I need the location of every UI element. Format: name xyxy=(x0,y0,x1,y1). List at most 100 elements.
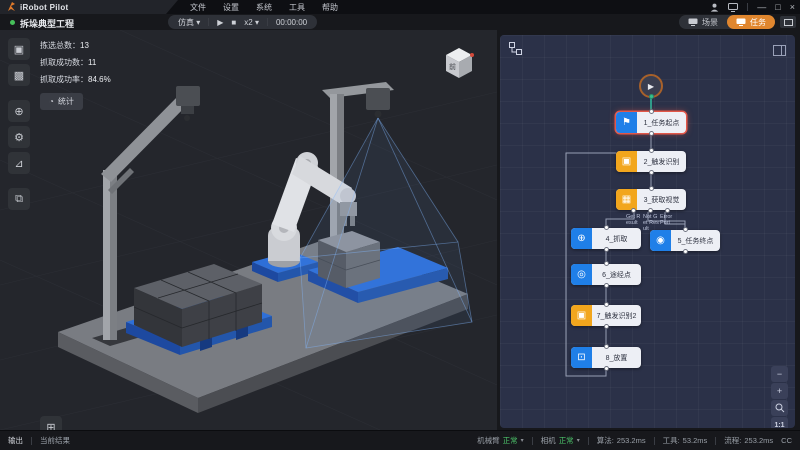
play-icon: ▶ xyxy=(648,82,654,91)
pick-stats-overlay: 拣选总数：13 抓取成功数：11 抓取成功率：84.6% ◔ 统计 xyxy=(40,40,111,110)
coordinate-icon: ⊕ xyxy=(14,105,23,118)
sim-mode-select[interactable]: 仿真 ▾ xyxy=(178,17,200,28)
input-port[interactable] xyxy=(604,261,609,266)
stat-total-picks: 拣选总数：13 xyxy=(40,40,111,51)
output-panel-button[interactable]: ⊞ xyxy=(40,416,62,430)
speed-select[interactable]: x2 ▾ xyxy=(244,18,259,27)
model-library-icon: ▣ xyxy=(14,43,24,56)
menu-system[interactable]: 系统 xyxy=(256,2,272,13)
chevron-down-icon: ▾ xyxy=(521,437,524,444)
input-port[interactable] xyxy=(604,302,609,307)
task-toggle-button[interactable]: 任务 xyxy=(727,15,775,29)
scene-toggle-button[interactable]: 场景 xyxy=(679,15,727,29)
maximize-button[interactable]: □ xyxy=(775,0,780,14)
port-label-error: Error Port xyxy=(660,214,677,226)
algorithm-time: 算法:253.2ms xyxy=(597,435,646,446)
flow-node-grab[interactable]: ⊕ 4_抓取 xyxy=(571,228,641,249)
divider xyxy=(267,18,268,26)
layout-copy-button[interactable]: ⧉ xyxy=(8,188,30,210)
close-button[interactable]: × xyxy=(790,0,795,14)
simulation-toolbar: 仿真 ▾ ▶ ■ x2 ▾ 00:00:00 xyxy=(168,15,317,29)
chart-tool-button[interactable]: ⊿ xyxy=(8,152,30,174)
waypoint-icon: ◎ xyxy=(571,264,592,285)
model-library-button[interactable]: ▣ xyxy=(8,38,30,60)
search-zoom-button[interactable] xyxy=(771,400,788,416)
pie-chart-icon: ◔ xyxy=(49,97,54,106)
camera-trigger-icon: ▣ xyxy=(571,305,592,326)
viewport-3d[interactable]: ▣ ▩ ⊕ ⚙ ⊿ ⧉ 拣选总数：13 抓取成功数：11 抓取成功率：84.6%… xyxy=(0,30,497,430)
sim-timer: 00:00:00 xyxy=(276,18,307,27)
input-port[interactable] xyxy=(649,148,654,153)
tool-time: 工具:53.2ms xyxy=(663,435,708,446)
output-port[interactable] xyxy=(683,249,688,254)
app-window: iRobot Pilot 文件 设置 系统 工具 帮助 — □ × 拆垛典 xyxy=(0,0,800,450)
stop-button[interactable]: ■ xyxy=(231,18,236,27)
statusbar: 输出 当前结果 机械臂 正常 ▾ 相机 正常 ▾ 算法:253.2ms 工具:5… xyxy=(0,430,800,450)
flow-start-node[interactable]: ▶ xyxy=(639,74,663,98)
robot-tool-button[interactable]: ⚙ xyxy=(8,126,30,148)
output-panel-icon: ⊞ xyxy=(46,421,55,431)
minimize-button[interactable]: — xyxy=(757,0,766,14)
current-result-tab[interactable]: 当前结果 xyxy=(40,435,70,446)
camera-frustum xyxy=(300,118,472,348)
play-button[interactable]: ▶ xyxy=(217,18,223,27)
get-result-port[interactable] xyxy=(631,208,636,213)
task-flow-panel[interactable]: ▶ ⚑ 1_任务起点 ▣ 2_触发识别 ▦ 3_获取视觉 Get Result … xyxy=(500,35,795,428)
menu-settings[interactable]: 设置 xyxy=(223,2,239,13)
divider xyxy=(532,437,533,445)
scene-settings-button[interactable]: ▩ xyxy=(8,64,30,86)
flow-node-place[interactable]: ⊡ 8_放置 xyxy=(571,347,641,368)
coordinate-tool-button[interactable]: ⊕ xyxy=(8,100,30,122)
flow-node-trigger-recognition[interactable]: ▣ 2_触发识别 xyxy=(616,151,686,172)
port-label-get-result: Get Result xyxy=(626,214,643,226)
menu-tools[interactable]: 工具 xyxy=(289,2,305,13)
monitor-icon xyxy=(784,19,793,26)
project-bar: 拆垛典型工程 仿真 ▾ ▶ ■ x2 ▾ 00:00:00 场景 xyxy=(0,14,800,30)
error-port[interactable] xyxy=(665,208,670,213)
cube-front-label: 前 xyxy=(449,62,456,71)
input-port[interactable] xyxy=(649,186,654,191)
place-icon: ⊡ xyxy=(571,347,592,368)
output-port[interactable] xyxy=(604,247,609,252)
menu-file[interactable]: 文件 xyxy=(190,2,206,13)
fit-one-to-one-button[interactable]: 1:1 xyxy=(771,417,788,428)
end-point-icon: ◉ xyxy=(650,230,671,251)
output-tab[interactable]: 输出 xyxy=(8,435,23,446)
flow-node-task-start[interactable]: ⚑ 1_任务起点 xyxy=(616,112,686,133)
view-toggle: 场景 任务 xyxy=(679,15,775,29)
flow-node-get-vision[interactable]: ▦ 3_获取视觉 xyxy=(616,189,686,210)
zoom-out-button[interactable]: − xyxy=(771,366,788,382)
statistics-button[interactable]: ◔ 统计 xyxy=(40,93,83,110)
start-output-port[interactable] xyxy=(649,94,654,99)
app-name: iRobot Pilot xyxy=(20,3,68,12)
input-port[interactable] xyxy=(604,225,609,230)
output-port[interactable] xyxy=(649,131,654,136)
output-port[interactable] xyxy=(649,170,654,175)
not-get-result-port[interactable] xyxy=(648,208,653,213)
output-port[interactable] xyxy=(604,366,609,371)
divider xyxy=(747,3,748,11)
output-port[interactable] xyxy=(604,283,609,288)
flow-node-trigger-recognition-2[interactable]: ▣ 7_触发识别2 xyxy=(571,305,641,326)
panel-layout-button[interactable] xyxy=(780,16,796,28)
vision-capture-icon: ▦ xyxy=(616,189,637,210)
menu-bar: 文件 设置 系统 工具 帮助 xyxy=(190,0,338,14)
titlebar: iRobot Pilot 文件 设置 系统 工具 帮助 — □ × xyxy=(0,0,800,14)
input-port[interactable] xyxy=(649,109,654,114)
input-port[interactable] xyxy=(683,227,688,232)
window-controls: — □ × xyxy=(710,0,795,14)
flow-node-waypoint[interactable]: ◎ 6_途经点 xyxy=(571,264,641,285)
zoom-in-button[interactable]: + xyxy=(771,383,788,399)
robot-status[interactable]: 机械臂 正常 ▾ xyxy=(477,435,524,446)
user-icon[interactable] xyxy=(710,3,719,12)
project-status-dot xyxy=(10,20,15,25)
output-port[interactable] xyxy=(604,324,609,329)
chevron-down-icon: ▾ xyxy=(255,18,259,27)
flow-node-task-end[interactable]: ◉ 5_任务终点 xyxy=(650,230,720,251)
divider xyxy=(654,437,655,445)
orientation-cube[interactable]: 前 xyxy=(441,45,477,90)
menu-help[interactable]: 帮助 xyxy=(322,2,338,13)
input-port[interactable] xyxy=(604,344,609,349)
camera-status[interactable]: 相机 正常 ▾ xyxy=(541,435,580,446)
display-mode-icon[interactable] xyxy=(728,3,738,12)
